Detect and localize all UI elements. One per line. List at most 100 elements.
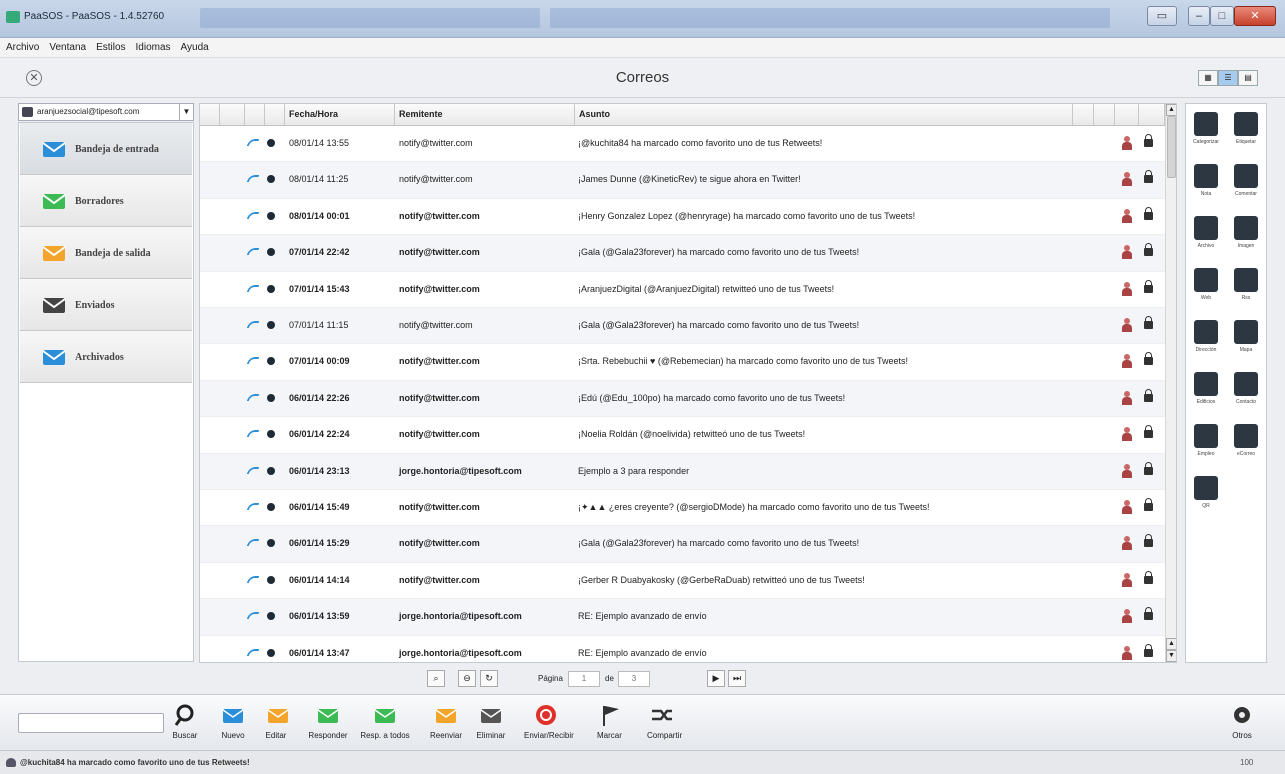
edit-button[interactable]: Editar xyxy=(265,699,289,747)
column-header-date[interactable]: Fecha/Hora xyxy=(285,104,395,125)
column-header[interactable] xyxy=(265,104,285,125)
column-header[interactable] xyxy=(1073,104,1094,125)
table-row[interactable]: 08/01/14 00:01 notify@twitter.com ¡Henry G… xyxy=(200,199,1165,236)
tool-rss[interactable]: Rss xyxy=(1226,260,1266,312)
scrollbar-thumb[interactable] xyxy=(1167,116,1176,178)
menu-ventana[interactable]: Ventana xyxy=(49,42,86,53)
account-selector[interactable]: aranjuezsocial@tipesoft.com ▼ xyxy=(18,103,194,121)
contact-icon[interactable] xyxy=(1122,318,1132,332)
search-input[interactable] xyxy=(18,713,164,733)
scroll-up-icon[interactable]: ▲ xyxy=(1166,104,1176,116)
contact-icon[interactable] xyxy=(1122,354,1132,369)
lock-icon[interactable] xyxy=(1144,534,1153,548)
tool-email[interactable]: eCorreo xyxy=(1226,416,1266,468)
contact-icon[interactable] xyxy=(1122,500,1132,514)
extra-window-button[interactable]: ▭ xyxy=(1147,6,1177,26)
contact-icon[interactable] xyxy=(1122,281,1132,296)
lock-icon[interactable] xyxy=(1144,570,1153,584)
lock-icon[interactable] xyxy=(1144,134,1153,147)
table-row[interactable]: 06/01/14 23:13 jorge.hontoria@tipesoft.co… xyxy=(200,453,1165,490)
folder-item[interactable]: Enviados xyxy=(20,279,192,331)
maximize-button[interactable]: □ xyxy=(1210,6,1234,26)
tool-web[interactable]: Web xyxy=(1186,260,1226,312)
folder-item[interactable]: Bandeja de entrada xyxy=(20,123,192,175)
contact-icon[interactable] xyxy=(1122,245,1132,260)
contact-icon[interactable] xyxy=(1122,536,1132,551)
folder-item[interactable]: Borradores xyxy=(20,175,192,227)
refresh-icon[interactable]: ↻ xyxy=(480,670,498,687)
flag-button[interactable]: Marcar xyxy=(597,699,622,747)
column-header[interactable] xyxy=(1139,104,1165,125)
tool-tag[interactable]: Etiquetar xyxy=(1226,104,1266,156)
lock-icon[interactable] xyxy=(1144,170,1153,184)
tool-comment[interactable]: Comentar xyxy=(1226,156,1266,208)
lock-icon[interactable] xyxy=(1144,243,1153,257)
reply-all-button[interactable]: Resp. a todos xyxy=(359,699,411,747)
tool-qr[interactable]: QR xyxy=(1186,468,1226,520)
contact-icon[interactable] xyxy=(1122,572,1132,587)
lock-icon[interactable] xyxy=(1144,206,1153,220)
page-current-input[interactable]: 1 xyxy=(568,671,600,687)
chevron-down-icon[interactable]: ▼ xyxy=(179,104,193,120)
contact-icon[interactable] xyxy=(1122,172,1132,187)
lock-icon[interactable] xyxy=(1144,279,1153,293)
tool-map[interactable]: Mapa xyxy=(1226,312,1266,364)
next-page-icon[interactable]: ▶ xyxy=(707,670,725,687)
view-list-button[interactable]: ☰ xyxy=(1218,70,1238,86)
new-mail-button[interactable]: Nuevo xyxy=(218,699,248,747)
lock-icon[interactable] xyxy=(1144,607,1153,621)
lock-icon[interactable] xyxy=(1144,461,1153,475)
table-row[interactable]: 07/01/14 00:09 notify@twitter.com ¡Srta. R… xyxy=(200,344,1165,381)
contact-icon[interactable] xyxy=(1122,390,1132,405)
table-row[interactable]: 08/01/14 11:25 notify@twitter.com ¡James D… xyxy=(200,162,1165,199)
menu-ayuda[interactable]: Ayuda xyxy=(181,42,209,53)
contact-icon[interactable] xyxy=(1122,463,1132,478)
contact-icon[interactable] xyxy=(1122,427,1132,442)
folder-item[interactable]: Bandeja de salida xyxy=(20,227,192,279)
scroll-up-icon[interactable]: ▲ xyxy=(1166,638,1176,650)
table-row[interactable]: 07/01/14 15:43 notify@twitter.com ¡Aranjue… xyxy=(200,272,1165,308)
contact-icon[interactable] xyxy=(1122,136,1132,150)
lock-icon[interactable] xyxy=(1144,352,1153,366)
reply-button[interactable]: Responder xyxy=(306,699,350,747)
close-window-button[interactable]: ✕ xyxy=(1234,6,1276,26)
contact-icon[interactable] xyxy=(1122,208,1132,223)
table-row[interactable]: 06/01/14 14:14 notify@twitter.com ¡Gerber … xyxy=(200,563,1165,600)
tool-job[interactable]: Empleo xyxy=(1186,416,1226,468)
folder-item[interactable]: Archivados xyxy=(20,331,192,383)
scroll-down-icon[interactable]: ▼ xyxy=(1166,650,1176,662)
menu-archivo[interactable]: Archivo xyxy=(6,42,39,53)
table-row[interactable]: 06/01/14 22:24 notify@twitter.com ¡Noelia … xyxy=(200,417,1165,454)
send-receive-button[interactable]: Enviar/Recibir xyxy=(524,699,574,747)
delete-button[interactable]: Eliminar xyxy=(476,699,506,747)
view-split-button[interactable]: ▤ xyxy=(1238,70,1258,86)
search-icon[interactable]: ⌕ xyxy=(427,670,445,687)
vertical-scrollbar[interactable]: ▲ ▲ ▼ xyxy=(1165,104,1176,662)
column-header[interactable] xyxy=(220,104,245,125)
column-header-subject[interactable]: Asunto xyxy=(575,104,1073,125)
table-row[interactable]: 08/01/14 13:55 notify@twitter.com ¡@kuchit… xyxy=(200,126,1165,163)
lock-icon[interactable] xyxy=(1144,425,1153,439)
tool-address[interactable]: Dirección xyxy=(1186,312,1226,364)
forward-button[interactable]: Reenviar xyxy=(429,699,463,747)
last-page-icon[interactable]: ⏭ xyxy=(728,670,746,687)
lock-icon[interactable] xyxy=(1144,388,1153,402)
lock-icon[interactable] xyxy=(1144,316,1153,329)
table-row[interactable]: 06/01/14 15:49 notify@twitter.com ¡✦▲▲ ¿er… xyxy=(200,490,1165,527)
tool-image[interactable]: Imagen xyxy=(1226,208,1266,260)
column-header-from[interactable]: Remitente xyxy=(395,104,575,125)
gear-button[interactable]: Otros xyxy=(1225,699,1259,747)
tool-contact[interactable]: Contacto xyxy=(1226,364,1266,416)
lock-icon[interactable] xyxy=(1144,498,1153,511)
table-row[interactable]: 06/01/14 15:29 notify@twitter.com ¡Gala (@… xyxy=(200,526,1165,563)
tool-attachment[interactable]: Archivo xyxy=(1186,208,1226,260)
tool-note[interactable]: Nota xyxy=(1186,156,1226,208)
tool-categorize[interactable]: Categorizar xyxy=(1186,104,1226,156)
search-button[interactable]: Buscar xyxy=(172,699,198,747)
column-header[interactable] xyxy=(1094,104,1115,125)
table-row[interactable]: 06/01/14 13:59 jorge.hontoria@tipesoft.co… xyxy=(200,599,1165,636)
share-button[interactable]: Compartir xyxy=(647,699,682,747)
filter-column-header[interactable] xyxy=(200,104,220,125)
table-row[interactable]: 06/01/14 13:47 jorge.hontoria@tipesoft.co… xyxy=(200,636,1165,662)
menu-estilos[interactable]: Estilos xyxy=(96,42,125,53)
